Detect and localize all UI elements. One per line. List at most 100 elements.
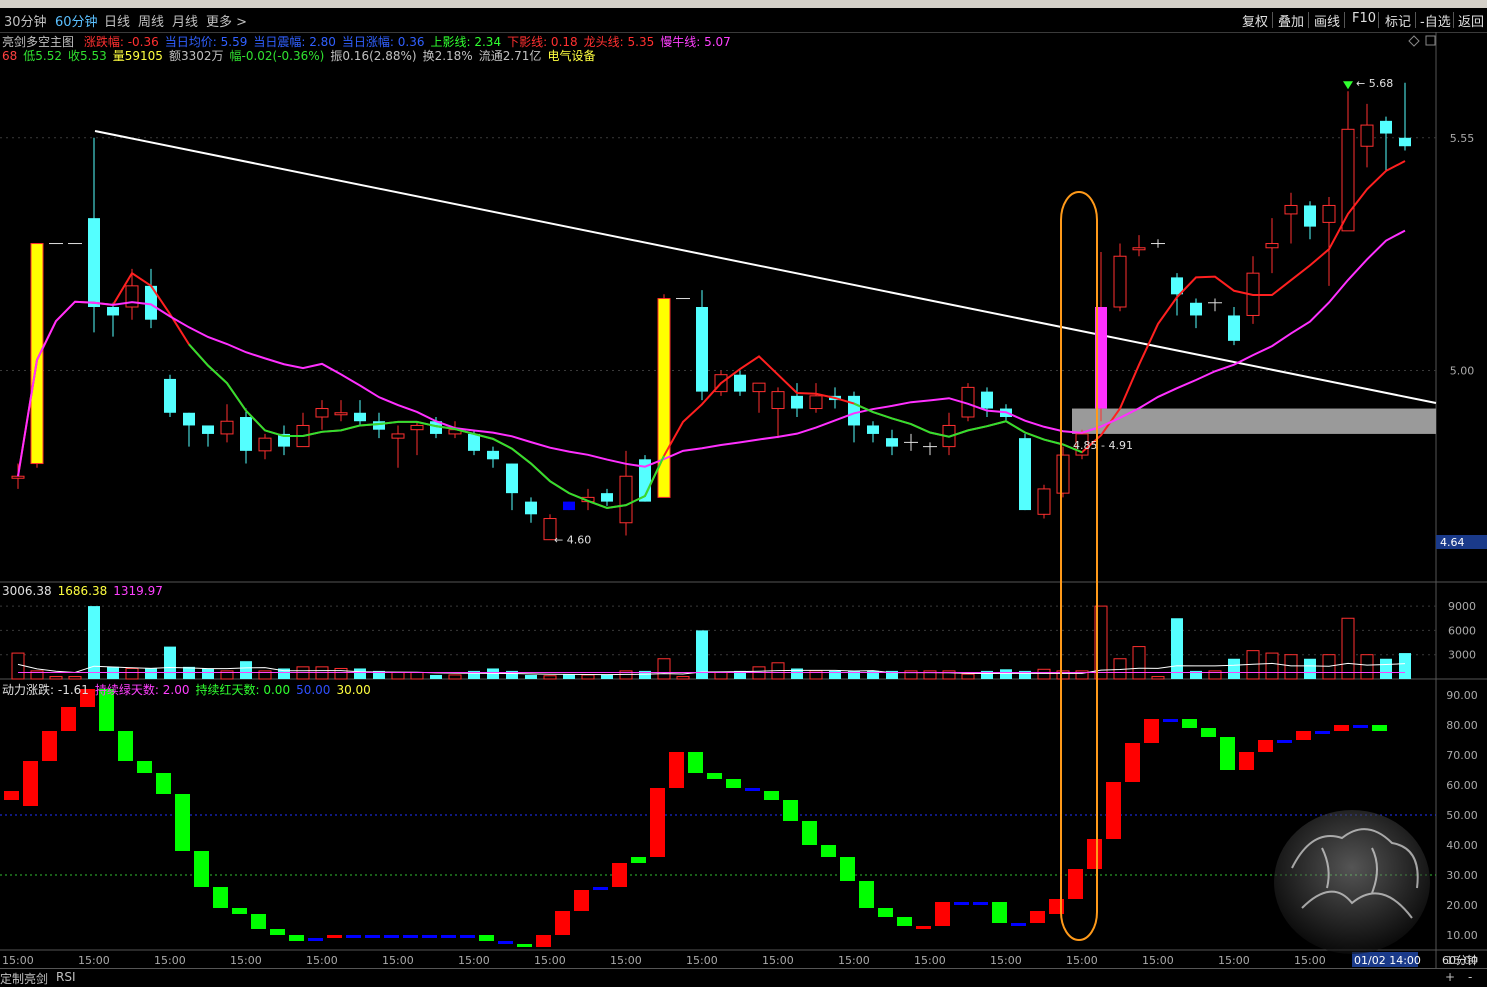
oscillator-bar [802, 821, 817, 845]
candle-body [1228, 315, 1240, 341]
volume-bar-up [1132, 646, 1146, 680]
volume-bar-up [448, 674, 462, 680]
time-tick-label: 15:00 [154, 954, 186, 967]
volume-bar-up [961, 673, 975, 680]
oscillator-bar [460, 935, 475, 938]
candle-body-up [125, 285, 139, 308]
volume-tick-label: 3000 [1448, 649, 1476, 662]
quote-item-3: 量59105 [112, 49, 163, 63]
candle-body-up [1265, 243, 1279, 249]
ma-leader-line-down [188, 343, 665, 509]
oscillator-bar [1068, 869, 1083, 899]
quote-item-6: 振0.16(2.88%) [330, 49, 417, 63]
candle-body [354, 412, 366, 422]
oscillator-bar [118, 731, 133, 761]
time-tick-label: 15:00 [2, 954, 34, 967]
volume-bar-down [525, 674, 537, 679]
time-tick-label: 15:00 [458, 954, 490, 967]
tab-custom[interactable]: 定制 [0, 970, 24, 987]
time-tick-label: 15:00 [686, 954, 718, 967]
tab-liangjian[interactable]: 亮剑 [24, 970, 48, 987]
oscillator-tick-label: 50.00 [1446, 809, 1478, 822]
oscillator-tick-label: 80.00 [1446, 719, 1478, 732]
oscillator-value-0: 动力涨跌: -1.61 [2, 683, 89, 697]
time-tick-label: 15:00 [78, 954, 110, 967]
volume-bar-up [1322, 654, 1336, 680]
candle-body [886, 438, 898, 447]
volume-tick-label: 9000 [1448, 600, 1476, 613]
oscillator-bar [1277, 740, 1292, 743]
volume-bar-up [1360, 654, 1374, 680]
volume-bar-up [543, 675, 557, 680]
candle-body [373, 421, 385, 430]
volume-bar-up [714, 672, 728, 680]
candle-body-up [1284, 204, 1298, 215]
candle-body-up [410, 424, 424, 431]
time-tick-label: 15:00 [534, 954, 566, 967]
candle-body [525, 501, 537, 515]
oscillator-bar [1144, 719, 1159, 743]
oscillator-tick-label: 20.00 [1446, 899, 1478, 912]
volume-bar-up [1341, 617, 1355, 680]
zoom-minus-icon[interactable]: - [1468, 970, 1472, 984]
volume-bar-up [334, 667, 348, 680]
oscillator-bar [498, 941, 513, 944]
tab-rsi[interactable]: RSI [56, 970, 76, 984]
oscillator-bar [1011, 923, 1026, 926]
candle-body [734, 374, 746, 392]
oscillator-bar [688, 752, 703, 773]
quote-item-2: 收5.53 [68, 49, 107, 63]
oscillator-bar [1030, 911, 1045, 923]
oscillator-bar [1220, 737, 1235, 770]
candle-body [1019, 438, 1031, 511]
candle-body [696, 307, 708, 392]
oscillator-bar [42, 731, 57, 761]
candle-body [107, 307, 119, 316]
volume-bar-up [49, 676, 63, 680]
candle-body [791, 395, 803, 409]
volume-bar-up [1151, 676, 1165, 680]
quote-item-7: 换2.18% [422, 49, 473, 63]
highlight-capsule [1060, 191, 1098, 941]
oscillator-bar [726, 779, 741, 788]
volume-bar-up [68, 676, 82, 680]
candle-body-up [771, 391, 785, 410]
price-tick-label: 5.55 [1450, 132, 1475, 145]
volume-tick-label: 6000 [1448, 624, 1476, 637]
volume-bar-down [1171, 618, 1183, 679]
oscillator-bar [555, 911, 570, 935]
oscillator-bar [137, 761, 152, 773]
oscillator-bar [422, 935, 437, 938]
candle-body [487, 450, 499, 460]
oscillator-bar [61, 707, 76, 731]
candle-body [88, 218, 100, 307]
oscillator-bar [1334, 725, 1349, 731]
stock-chart[interactable]: 5.55 5.00 4.64 ← 5.68 ← 4.60 4.85 - 4.91 9000 6… [0, 0, 1487, 985]
candle-body [848, 395, 860, 426]
candle-body-up [1113, 255, 1127, 308]
oscillator-bar [4, 791, 19, 800]
maximize-icon[interactable] [1425, 35, 1436, 46]
candle-body-up [258, 437, 272, 452]
low-price-label: ← 4.60 [554, 534, 591, 547]
diamond-icon[interactable] [1408, 35, 1420, 47]
time-tick-label: 15:00 [1066, 954, 1098, 967]
volume-bar-up [1284, 654, 1298, 680]
oscillator-bar [403, 935, 418, 938]
candle-body-up [752, 382, 766, 393]
oscillator-bar [1201, 728, 1216, 737]
oscillator-tick-label: 90.00 [1446, 689, 1478, 702]
quote-item-8: 流通2.71亿 [478, 49, 542, 63]
oscillator-bar [1353, 725, 1368, 728]
zoom-plus-icon[interactable]: + [1445, 970, 1455, 984]
oscillator-bar [973, 902, 988, 905]
candle-body-up [1037, 488, 1051, 515]
time-tick-label: 15:00 [230, 954, 262, 967]
oscillator-bar [916, 926, 931, 929]
oscillator-bar [840, 857, 855, 881]
bottom-tab-bar: 定制 亮剑 RSI + - [0, 968, 1487, 986]
oscillator-bar [346, 935, 361, 938]
oscillator-tick-label: 10.00 [1446, 929, 1478, 942]
volume-bar-up [581, 674, 595, 680]
oscillator-bar [745, 788, 760, 791]
